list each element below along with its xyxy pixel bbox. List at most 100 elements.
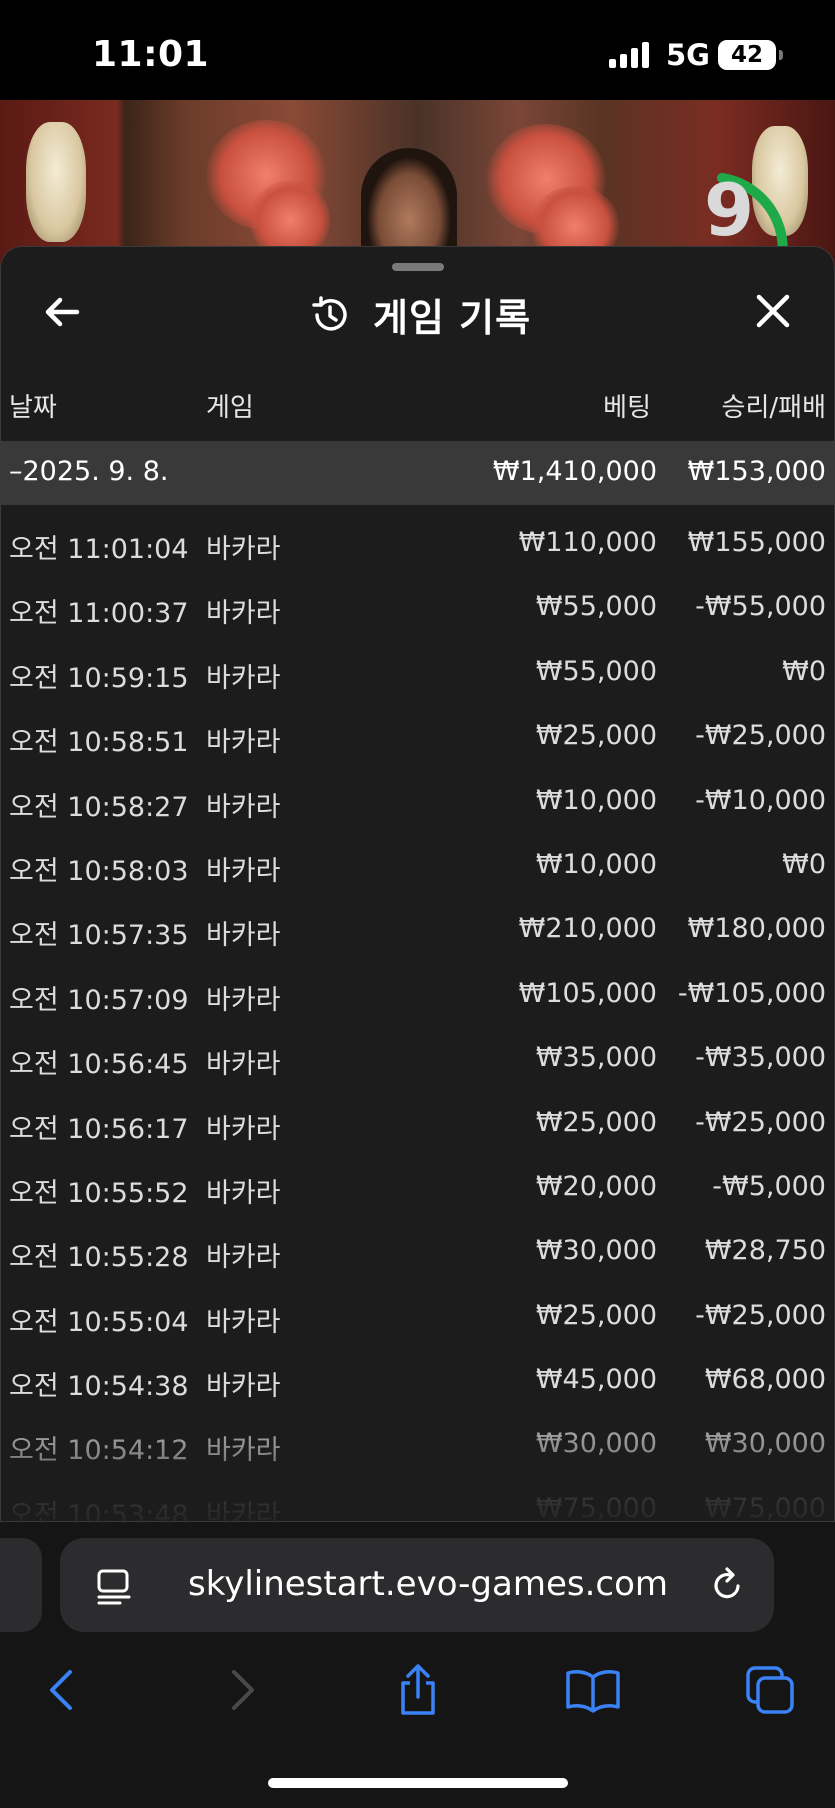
row-win-loss: ₩28,750 bbox=[704, 1235, 826, 1267]
row-bet: ₩55,000 bbox=[535, 655, 657, 687]
row-game: 바카라 bbox=[206, 662, 281, 694]
table-row[interactable]: 오전 10:54:12 바카라 ₩30,000 ₩30,000 bbox=[1, 1408, 834, 1472]
table-row[interactable]: 오전 11:01:04 바카라 ₩110,000 ₩155,000 bbox=[1, 507, 834, 571]
signal-icon bbox=[609, 42, 649, 68]
modal-title: 게임 기록 bbox=[373, 296, 532, 340]
row-bet: ₩20,000 bbox=[535, 1170, 657, 1202]
row-bet: ₩30,000 bbox=[535, 1428, 657, 1460]
row-time: 오전 10:58:51 bbox=[9, 727, 189, 759]
back-arrow-icon[interactable] bbox=[41, 291, 83, 333]
forward-icon bbox=[232, 1670, 254, 1710]
row-game: 바카라 bbox=[206, 855, 281, 887]
table-row[interactable]: 오전 10:59:15 바카라 ₩55,000 ₩0 bbox=[1, 636, 834, 700]
col-bet: 베팅 bbox=[603, 393, 651, 423]
row-time: 오전 11:01:04 bbox=[9, 534, 189, 565]
status-bar: 11:01 5G 42 bbox=[0, 0, 835, 100]
lantern-left bbox=[26, 122, 86, 242]
summary-win-loss: ₩153,000 bbox=[687, 456, 826, 487]
table-row[interactable]: 오전 11:00:37 바카라 ₩55,000 -₩55,000 bbox=[1, 571, 834, 635]
table-row[interactable]: 오전 10:58:27 바카라 ₩10,000 -₩10,000 bbox=[1, 765, 834, 829]
row-win-loss: ₩0 bbox=[782, 848, 826, 880]
table-row[interactable]: 오전 10:56:45 바카라 ₩35,000 -₩35,000 bbox=[1, 1022, 834, 1086]
row-win-loss: ₩180,000 bbox=[687, 913, 826, 945]
row-win-loss: ₩68,000 bbox=[704, 1364, 826, 1396]
row-win-loss: -₩25,000 bbox=[695, 720, 826, 752]
row-game: 바카라 bbox=[206, 1049, 281, 1081]
row-game: 바카라 bbox=[206, 1177, 281, 1209]
row-bet: ₩30,000 bbox=[535, 1235, 657, 1267]
row-time: 오전 10:54:38 bbox=[9, 1371, 189, 1403]
col-game: 게임 bbox=[206, 393, 254, 423]
row-win-loss: ₩75,000 bbox=[704, 1492, 826, 1522]
row-win-loss: -₩55,000 bbox=[695, 591, 826, 623]
table-row[interactable]: 오전 10:56:17 바카라 ₩25,000 -₩25,000 bbox=[1, 1087, 834, 1151]
address-bar[interactable]: skylinestart.evo-games.com bbox=[60, 1538, 774, 1632]
network-label: 5G bbox=[666, 38, 710, 72]
browser-back-button[interactable] bbox=[32, 1660, 92, 1720]
row-time: 오전 10:56:17 bbox=[9, 1113, 189, 1145]
row-bet: ₩25,000 bbox=[535, 720, 657, 752]
row-time: 오전 10:58:03 bbox=[9, 855, 189, 887]
row-game: 바카라 bbox=[206, 1371, 281, 1403]
row-time: 오전 10:56:45 bbox=[9, 1049, 189, 1081]
url-text: skylinestart.evo-games.com bbox=[188, 1564, 669, 1604]
summary-bet: ₩1,410,000 bbox=[492, 456, 657, 487]
table-row[interactable]: 오전 10:58:51 바카라 ₩25,000 -₩25,000 bbox=[1, 700, 834, 764]
close-icon[interactable] bbox=[753, 291, 793, 331]
row-win-loss: ₩30,000 bbox=[704, 1428, 826, 1460]
date-summary-row[interactable]: –2025. 9. 8. ₩1,410,000 ₩153,000 bbox=[1, 441, 834, 505]
tabs-button[interactable] bbox=[740, 1660, 800, 1720]
live-video-background: 9 bbox=[0, 100, 835, 270]
sheet-grabber[interactable] bbox=[392, 263, 444, 271]
table-row[interactable]: 오전 10:54:38 바카라 ₩45,000 ₩68,000 bbox=[1, 1344, 834, 1408]
table-row[interactable]: 오전 10:57:35 바카라 ₩210,000 ₩180,000 bbox=[1, 893, 834, 957]
row-game: 바카라 bbox=[206, 1499, 281, 1522]
history-icon bbox=[312, 295, 347, 331]
modal-header: 게임 기록 bbox=[309, 287, 531, 342]
row-bet: ₩10,000 bbox=[535, 784, 657, 816]
battery-icon: 42 bbox=[718, 40, 783, 70]
row-time: 오전 10:59:15 bbox=[9, 662, 189, 694]
row-bet: ₩25,000 bbox=[535, 1106, 657, 1138]
table-row[interactable]: 오전 10:57:09 바카라 ₩105,000 -₩105,000 bbox=[1, 958, 834, 1022]
home-indicator[interactable] bbox=[268, 1778, 568, 1788]
table-row[interactable]: 오전 10:55:28 바카라 ₩30,000 ₩28,750 bbox=[1, 1215, 834, 1279]
tabs-icon bbox=[746, 1666, 794, 1714]
row-game: 바카라 bbox=[206, 1242, 281, 1274]
history-list: 오전 11:01:04 바카라 ₩110,000 ₩155,000 오전 11:… bbox=[1, 507, 834, 1522]
row-game: 바카라 bbox=[206, 1435, 281, 1467]
share-icon bbox=[401, 1664, 435, 1715]
row-time: 오전 10:57:35 bbox=[9, 920, 189, 952]
share-button[interactable] bbox=[388, 1660, 448, 1720]
table-row[interactable]: 오전 10:55:04 바카라 ₩25,000 -₩25,000 bbox=[1, 1280, 834, 1344]
row-time: 오전 10:55:52 bbox=[9, 1177, 189, 1209]
row-time: 오전 10:55:28 bbox=[9, 1242, 189, 1274]
row-win-loss: -₩105,000 bbox=[677, 977, 826, 1009]
row-game: 바카라 bbox=[206, 727, 281, 759]
browser-forward-button[interactable] bbox=[212, 1660, 272, 1720]
previous-tab-pill[interactable] bbox=[0, 1538, 42, 1632]
row-game: 바카라 bbox=[206, 598, 281, 630]
back-icon bbox=[50, 1670, 72, 1710]
reader-icon[interactable] bbox=[96, 1568, 132, 1606]
row-win-loss: ₩0 bbox=[782, 655, 826, 687]
bookmarks-button[interactable] bbox=[563, 1660, 623, 1720]
row-win-loss: ₩155,000 bbox=[687, 527, 826, 558]
row-game: 바카라 bbox=[206, 1113, 281, 1145]
reload-icon[interactable] bbox=[708, 1566, 746, 1604]
row-bet: ₩10,000 bbox=[535, 848, 657, 880]
table-row[interactable]: 오전 10:55:52 바카라 ₩20,000 -₩5,000 bbox=[1, 1151, 834, 1215]
round-timer: 9 bbox=[704, 168, 755, 252]
row-time: 오전 10:53:48 bbox=[9, 1499, 189, 1522]
row-bet: ₩55,000 bbox=[535, 591, 657, 623]
row-win-loss: -₩25,000 bbox=[695, 1106, 826, 1138]
row-win-loss: -₩10,000 bbox=[695, 784, 826, 816]
row-time: 오전 10:54:12 bbox=[9, 1435, 189, 1467]
row-win-loss: -₩35,000 bbox=[695, 1042, 826, 1074]
row-game: 바카라 bbox=[206, 791, 281, 823]
row-bet: ₩110,000 bbox=[518, 527, 657, 558]
row-bet: ₩35,000 bbox=[535, 1042, 657, 1074]
row-bet: ₩25,000 bbox=[535, 1299, 657, 1331]
table-row[interactable]: 오전 10:58:03 바카라 ₩10,000 ₩0 bbox=[1, 829, 834, 893]
table-row[interactable]: 오전 10:53:48 바카라 ₩75,000 ₩75,000 bbox=[1, 1473, 834, 1522]
